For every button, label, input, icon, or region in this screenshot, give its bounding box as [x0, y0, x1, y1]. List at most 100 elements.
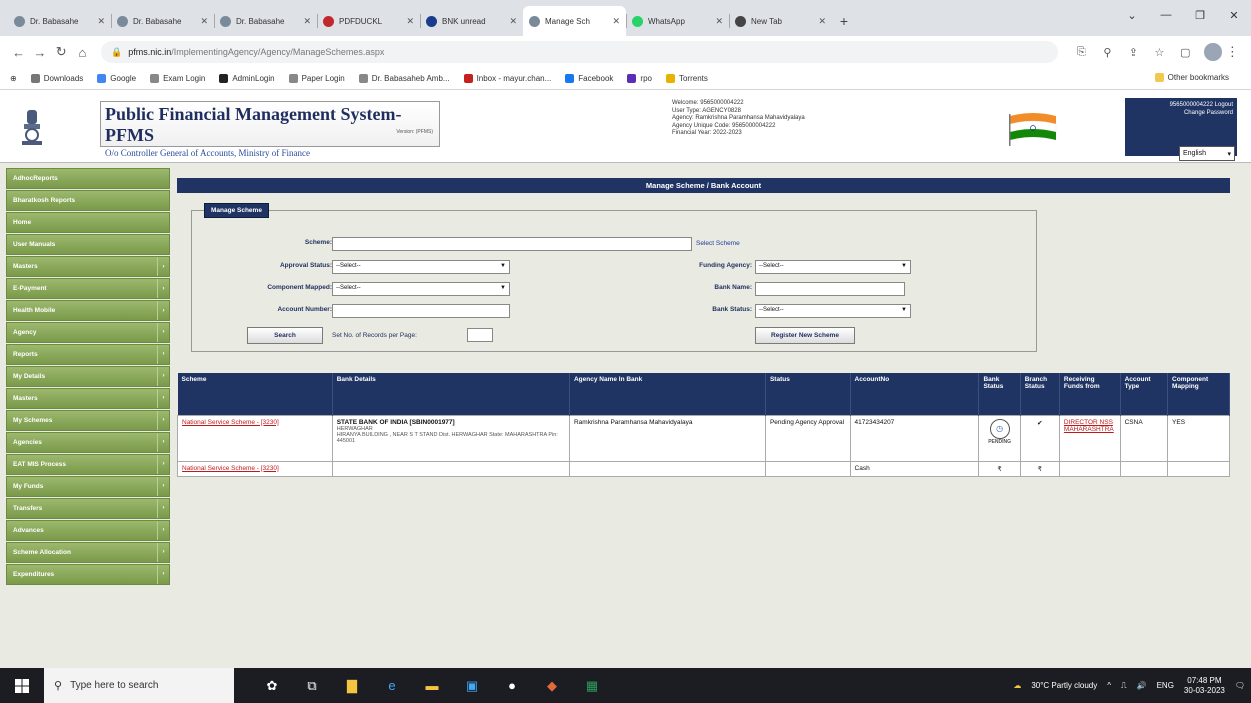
maximize-button[interactable]: ❐	[1183, 0, 1217, 30]
home-icon[interactable]: ⌂	[72, 45, 93, 60]
search-button[interactable]: Search	[247, 327, 323, 344]
account-number-input[interactable]	[332, 304, 510, 318]
col-bank-status[interactable]: Bank Status	[978, 373, 1021, 415]
browser-tab[interactable]: WhatsApp ✕	[626, 6, 729, 36]
bank-status-select[interactable]: --Select-- ▼	[755, 304, 911, 318]
browser-tab-active[interactable]: Manage Sch ✕	[523, 6, 626, 36]
col-component-mapping[interactable]: Component Mapping	[1167, 373, 1230, 415]
close-icon[interactable]: ✕	[612, 16, 620, 27]
tray-chevron-icon[interactable]: ^	[1107, 681, 1111, 690]
close-icon[interactable]: ✕	[818, 16, 826, 27]
records-per-page-input[interactable]	[467, 328, 493, 342]
scheme-input[interactable]	[332, 237, 692, 251]
col-agency-name[interactable]: Agency Name In Bank	[569, 373, 766, 415]
col-branch-status[interactable]: Branch Status	[1020, 373, 1060, 415]
scheme-link[interactable]: National Service Scheme - [3230]	[177, 460, 333, 477]
close-icon[interactable]: ✕	[509, 16, 517, 27]
bookmark-apps-icon[interactable]: ⊕	[10, 74, 17, 83]
profile-avatar[interactable]	[1204, 43, 1222, 61]
bookmark-item[interactable]: Downloads	[30, 74, 83, 83]
col-account-type[interactable]: Account Type	[1120, 373, 1169, 415]
logout-link[interactable]: 9565000004222 Logout	[1129, 101, 1233, 109]
sidebar-item-home[interactable]: Home	[6, 211, 170, 234]
url-input[interactable]: 🔒 pfms.nic.in/ImplementingAgency/Agency/…	[101, 41, 1059, 63]
scheme-link[interactable]: National Service Scheme - [3230]	[177, 414, 333, 462]
windows-start-button[interactable]	[0, 668, 44, 703]
forward-icon[interactable]: →	[29, 45, 50, 60]
reading-list-icon[interactable]: ▢	[1172, 46, 1198, 59]
excel-icon[interactable]: ▦	[572, 668, 612, 703]
weather-icon[interactable]: ☁	[1013, 681, 1021, 690]
bookmark-item[interactable]: Torrents	[665, 74, 708, 83]
back-icon[interactable]: ←	[8, 45, 29, 60]
bookmark-item[interactable]: Exam Login	[150, 74, 205, 83]
sidebar-item-agency[interactable]: Agency ›	[6, 321, 170, 344]
sidebar-item-eat-mis-process[interactable]: EAT MIS Process ›	[6, 453, 170, 475]
sidebar-item-e-payment[interactable]: E-Payment ›	[6, 277, 170, 300]
sidebar-item-my-schemes[interactable]: My Schemes ›	[6, 409, 170, 432]
chrome-icon[interactable]: ●	[492, 668, 532, 703]
funding-agency-select[interactable]: --Select-- ▼	[755, 260, 911, 274]
language-select[interactable]: English ▾	[1179, 146, 1235, 161]
share-icon[interactable]: ⇪	[1120, 46, 1146, 59]
sidebar-item-bharatkosh-reports[interactable]: Bharatkosh Reports	[6, 189, 170, 212]
news-widget-icon[interactable]: ✿	[252, 668, 292, 703]
close-icon[interactable]: ✕	[406, 16, 414, 27]
taskbar-search-input[interactable]: ⚲ Type here to search	[44, 668, 234, 703]
bookmark-star-icon[interactable]: ☆	[1146, 46, 1172, 59]
other-bookmarks[interactable]: Other bookmarks	[1154, 73, 1229, 82]
browser-tab[interactable]: BNK unread ✕	[420, 6, 523, 36]
file-explorer-icon[interactable]: ▇	[332, 668, 372, 703]
sidebar-item-reports[interactable]: Reports ›	[6, 343, 170, 366]
bookmark-item[interactable]: rpo	[627, 74, 652, 83]
translate-icon[interactable]: ⎘	[1068, 46, 1094, 59]
zoom-icon[interactable]: ⚲	[1094, 46, 1120, 59]
close-icon[interactable]: ✕	[97, 16, 105, 27]
bookmark-item[interactable]: Google	[97, 74, 136, 83]
browser-tab[interactable]: Dr. Babasahe ✕	[8, 6, 111, 36]
bookmark-item[interactable]: Facebook	[565, 74, 613, 83]
col-receiving-funds[interactable]: Receiving Funds from	[1059, 373, 1121, 415]
close-icon[interactable]: ✕	[200, 16, 208, 27]
pending-clock-icon[interactable]: ◷	[989, 418, 1010, 439]
sidebar-item-expenditures[interactable]: Expenditures ›	[6, 563, 170, 585]
folder-icon[interactable]: ▬	[412, 668, 452, 703]
col-account-no[interactable]: AccountNo	[850, 373, 980, 415]
network-icon[interactable]: ⎍	[1121, 681, 1127, 691]
sidebar-item-masters[interactable]: Masters ›	[6, 255, 170, 278]
close-icon[interactable]: ✕	[303, 16, 311, 27]
sidebar-item-masters-2[interactable]: Masters ›	[6, 387, 170, 410]
col-status[interactable]: Status	[765, 373, 851, 415]
bookmark-item[interactable]: AdminLogin	[219, 74, 275, 83]
approval-status-select[interactable]: --Select-- ▼	[332, 260, 510, 274]
component-mapped-select[interactable]: --Select-- ▼	[332, 282, 510, 296]
sidebar-item-agencies[interactable]: Agencies ›	[6, 431, 170, 453]
select-scheme-link[interactable]: Select Scheme	[696, 240, 740, 247]
change-password-link[interactable]: Change Password	[1129, 109, 1233, 117]
reload-icon[interactable]: ↻	[51, 44, 72, 60]
tab-search-icon[interactable]: ⌄	[1115, 0, 1149, 30]
browser-tab[interactable]: New Tab ✕	[729, 6, 832, 36]
new-tab-button[interactable]: +	[832, 6, 856, 36]
minimize-button[interactable]: —	[1149, 0, 1183, 30]
volume-icon[interactable]: 🔊	[1137, 681, 1147, 690]
browser-tab[interactable]: Dr. Babasahe ✕	[111, 6, 214, 36]
browser-tab[interactable]: PDFDUCKL ✕	[317, 6, 420, 36]
bank-name-input[interactable]	[755, 282, 905, 296]
col-scheme[interactable]: Scheme	[177, 373, 333, 415]
notification-icon[interactable]: 🗨	[1235, 681, 1245, 690]
rupee-icon[interactable]: ₹	[1019, 460, 1060, 477]
language-indicator[interactable]: ENG	[1157, 681, 1174, 690]
weather-text[interactable]: 30°C Partly cloudy	[1031, 681, 1097, 690]
sidebar-item-scheme-allocation[interactable]: Scheme Allocation ›	[6, 541, 170, 563]
task-view-icon[interactable]: ⧉	[292, 668, 332, 703]
taskbar-clock[interactable]: 07:48 PM 30-03-2023	[1184, 676, 1225, 696]
sidebar-item-user-manuals[interactable]: User Manuals	[6, 233, 170, 256]
sidebar-item-my-details[interactable]: My Details ›	[6, 365, 170, 388]
col-bank-details[interactable]: Bank Details	[332, 373, 570, 415]
close-window-button[interactable]: ✕	[1217, 0, 1251, 30]
sidebar-item-health-mobile[interactable]: Health Mobile ›	[6, 299, 170, 322]
bookmark-item[interactable]: Paper Login	[288, 74, 345, 83]
edge-icon[interactable]: e	[372, 668, 412, 703]
browser-tab[interactable]: Dr. Babasahe ✕	[214, 6, 317, 36]
